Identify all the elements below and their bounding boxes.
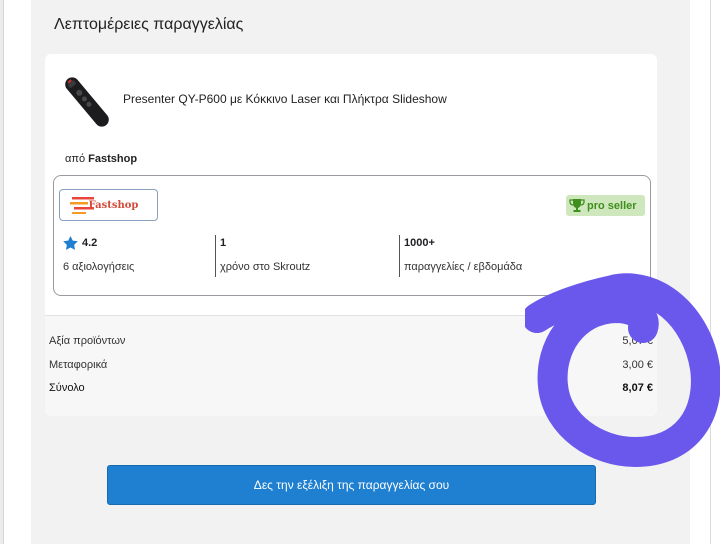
products-total-row: Αξία προϊόντων 5,07 € [49,335,653,351]
order-card: Presenter QY-P600 με Κόκκινο Laser και Π… [45,54,657,416]
orders-value: 1000+ [404,237,435,249]
stat-rating[interactable]: 4.2 6 αξιολογήσεις [63,235,134,277]
seller-line: από Fastshop [65,153,137,165]
stat-orders: 1000+ παραγγελίες / εβδομάδα [399,235,522,277]
speed-lines-icon [70,197,94,214]
years-label: χρόνο στο Skroutz [220,261,311,273]
shipping-amount: 3,00 € [622,359,653,371]
shipping-row: Μεταφορικά 3,00 € [49,359,653,375]
seller-name[interactable]: Fastshop [88,153,137,165]
left-edge [0,0,4,544]
product-image[interactable] [55,70,119,134]
grand-total-row: Σύνολο 8,07 € [49,382,653,398]
seller-logo[interactable]: Fastshop [59,189,158,221]
track-order-button[interactable]: Δες την εξέλιξη της παραγγελίας σου [107,465,596,505]
seller-prefix: από [65,153,86,165]
rating-value: 4.2 [82,237,98,249]
right-edge [710,0,720,544]
products-total-amount: 5,07 € [622,335,653,347]
grand-total-label: Σύνολο [49,382,85,394]
pro-seller-label: pro seller [587,199,637,212]
shipping-label: Μεταφορικά [49,359,108,371]
order-details-panel: Λεπτομέρειες παραγγελίας Presenter QY-P6… [31,0,690,544]
stat-years: 1 χρόνο στο Skroutz [215,235,310,277]
years-value: 1 [220,237,227,249]
rating-count: 6 αξιολογήσεις [63,261,135,273]
page-title: Λεπτομέρειες παραγγελίας [54,16,244,33]
pro-seller-badge: pro seller [566,195,645,216]
grand-total-amount: 8,07 € [622,382,653,394]
star-icon [63,236,78,250]
trophy-icon [569,199,585,212]
product-name[interactable]: Presenter QY-P600 με Κόκκινο Laser και Π… [123,92,447,106]
orders-label: παραγγελίες / εβδομάδα [404,261,523,273]
products-total-label: Αξία προϊόντων [49,335,126,347]
seller-info-box[interactable]: Fastshop pro seller 4.2 6 αξιολογήσεις 1… [53,175,651,296]
